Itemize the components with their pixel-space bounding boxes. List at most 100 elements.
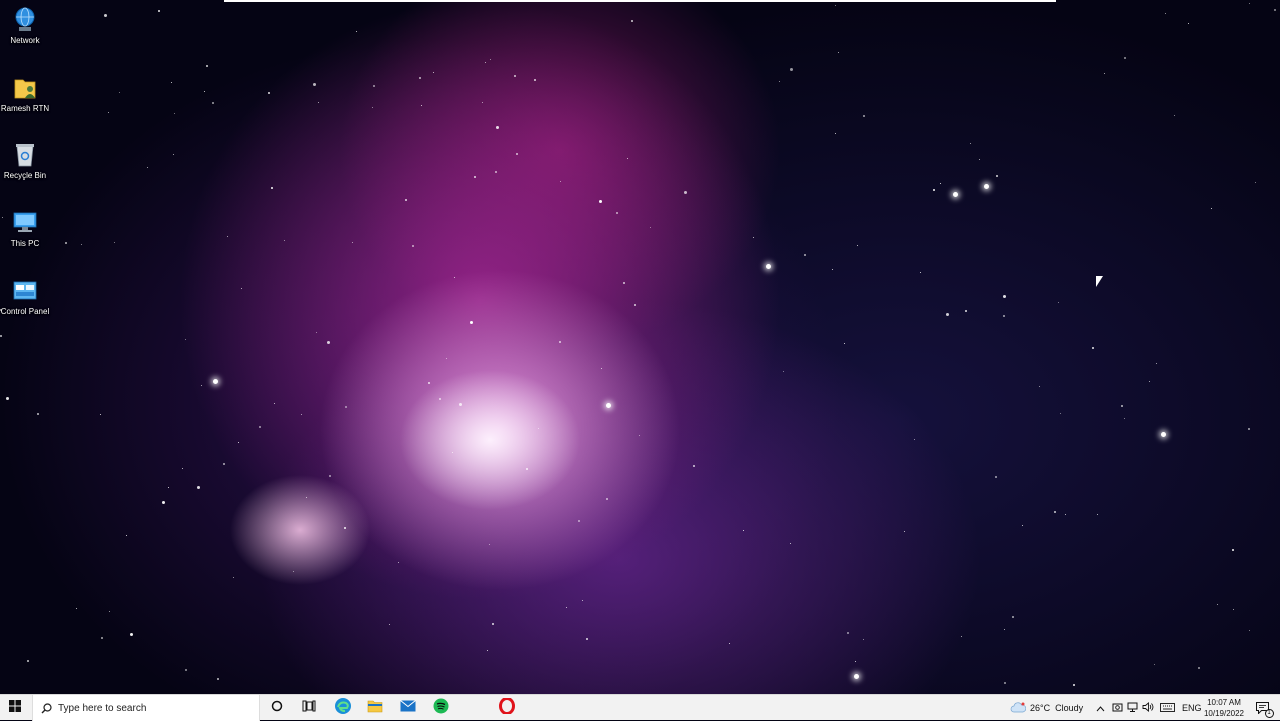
wallpaper-star — [454, 277, 455, 278]
wallpaper-star — [114, 242, 115, 243]
wallpaper-star — [1054, 511, 1056, 513]
wallpaper-star — [779, 81, 780, 82]
cortana-button[interactable] — [262, 695, 292, 721]
wallpaper-star — [743, 530, 744, 531]
wallpaper-star — [961, 636, 962, 637]
wallpaper-star — [119, 92, 120, 93]
wallpaper-star — [1255, 182, 1256, 183]
wallpaper-star — [1232, 549, 1234, 551]
wallpaper-star — [206, 65, 208, 67]
wallpaper-star — [241, 288, 242, 289]
tray-app-button[interactable] — [1109, 695, 1125, 721]
volume-button[interactable] — [1140, 695, 1156, 721]
cortana-icon — [271, 699, 283, 717]
wallpaper-star — [1248, 428, 1250, 430]
wallpaper-star — [130, 633, 133, 636]
start-button[interactable] — [0, 695, 30, 721]
weather-widget[interactable]: 26°C Cloudy — [1010, 695, 1083, 721]
wallpaper-star — [496, 126, 499, 129]
touch-keyboard-button[interactable] — [1158, 695, 1176, 721]
show-hidden-icons-button[interactable] — [1092, 695, 1108, 721]
edge-icon — [334, 697, 352, 720]
wallpaper-star — [684, 191, 687, 194]
wallpaper-star — [372, 107, 373, 108]
wallpaper-star — [274, 403, 275, 404]
wallpaper-bright-star — [766, 264, 771, 269]
wallpaper-star — [804, 254, 806, 256]
wallpaper-star — [268, 92, 270, 94]
wallpaper-star — [1058, 302, 1059, 303]
wallpaper-star — [616, 212, 618, 214]
wallpaper-star — [526, 468, 528, 470]
wallpaper-star — [1217, 604, 1218, 605]
task-view-button[interactable] — [294, 695, 324, 721]
cloudy-weather-icon — [1010, 702, 1026, 714]
edge-taskbar-button[interactable] — [328, 695, 358, 721]
wallpaper-star — [318, 102, 319, 103]
desktop-icon-network[interactable]: Network — [0, 6, 50, 46]
wallpaper-star — [185, 339, 186, 340]
spotify-taskbar-button[interactable] — [426, 695, 456, 721]
wallpaper-star — [212, 102, 214, 104]
wallpaper-star — [470, 321, 473, 324]
wallpaper-star — [1003, 295, 1006, 298]
wallpaper-star — [27, 660, 29, 662]
desktop-icon-control-panel[interactable]: Control Panel — [0, 277, 50, 317]
desktop-wallpaper — [0, 0, 1280, 694]
wallpaper-star — [601, 368, 602, 369]
opera-taskbar-button[interactable] — [492, 695, 522, 721]
wallpaper-star — [204, 91, 205, 92]
wallpaper-star — [197, 486, 200, 489]
wallpaper-star — [327, 341, 330, 344]
wallpaper-star — [578, 520, 580, 522]
wallpaper-star — [1211, 208, 1212, 209]
wallpaper-star — [835, 5, 836, 6]
wallpaper-star — [1274, 9, 1276, 11]
wallpaper-star — [1004, 629, 1005, 630]
wallpaper-star — [100, 414, 101, 415]
wallpaper-star — [965, 310, 967, 312]
wallpaper-star — [412, 245, 414, 247]
mail-taskbar-button[interactable] — [393, 695, 423, 721]
network-icon — [11, 6, 39, 34]
wallpaper-star — [623, 282, 625, 284]
wallpaper-star — [108, 112, 109, 113]
wallpaper-star — [996, 175, 998, 177]
wallpaper-star — [560, 181, 561, 182]
wallpaper-star — [790, 68, 793, 71]
desktop-icon-label: Network — [10, 36, 40, 45]
wallpaper-star — [847, 632, 849, 634]
desktop-icon-ramesh-rtn[interactable]: Ramesh RTN — [0, 74, 50, 114]
wallpaper-star — [487, 650, 488, 651]
wallpaper-star — [1097, 514, 1098, 515]
taskbar-search-box[interactable]: Type here to search — [32, 695, 260, 721]
taskbar: Type here to search 26°C Cloudy ENG 10:0… — [0, 694, 1280, 721]
wallpaper-star — [433, 72, 434, 73]
wallpaper-star — [835, 133, 836, 134]
taskbar-clock[interactable]: 10:07 AM 10/19/2022 — [1196, 697, 1252, 719]
wallpaper-star — [37, 413, 39, 415]
wallpaper-star — [345, 406, 347, 408]
wallpaper-star — [1233, 609, 1234, 610]
wallpaper-star — [344, 527, 346, 529]
wallpaper-star — [158, 10, 160, 12]
network-status-button[interactable] — [1124, 695, 1140, 721]
wallpaper-star — [238, 442, 239, 443]
desktop-icon-recycle-bin[interactable]: Recycle Bin — [0, 141, 50, 181]
wallpaper-star — [313, 83, 316, 86]
action-center-button[interactable]: 1 — [1252, 695, 1274, 721]
wallpaper-star — [606, 498, 608, 500]
wallpaper-star — [1092, 347, 1094, 349]
file-explorer-taskbar-button[interactable] — [360, 695, 390, 721]
wallpaper-star — [174, 113, 175, 114]
task-view-icon — [302, 699, 316, 717]
wallpaper-star — [863, 639, 864, 640]
wallpaper-star — [1156, 363, 1157, 364]
wallpaper-star — [940, 183, 941, 184]
wallpaper-star — [832, 269, 833, 270]
wallpaper-star — [979, 159, 980, 160]
clock-date: 10/19/2022 — [1203, 709, 1245, 718]
wallpaper-star — [516, 153, 518, 155]
notification-count-badge: 1 — [1264, 709, 1274, 718]
desktop-icon-this-pc[interactable]: This PC — [0, 209, 50, 249]
